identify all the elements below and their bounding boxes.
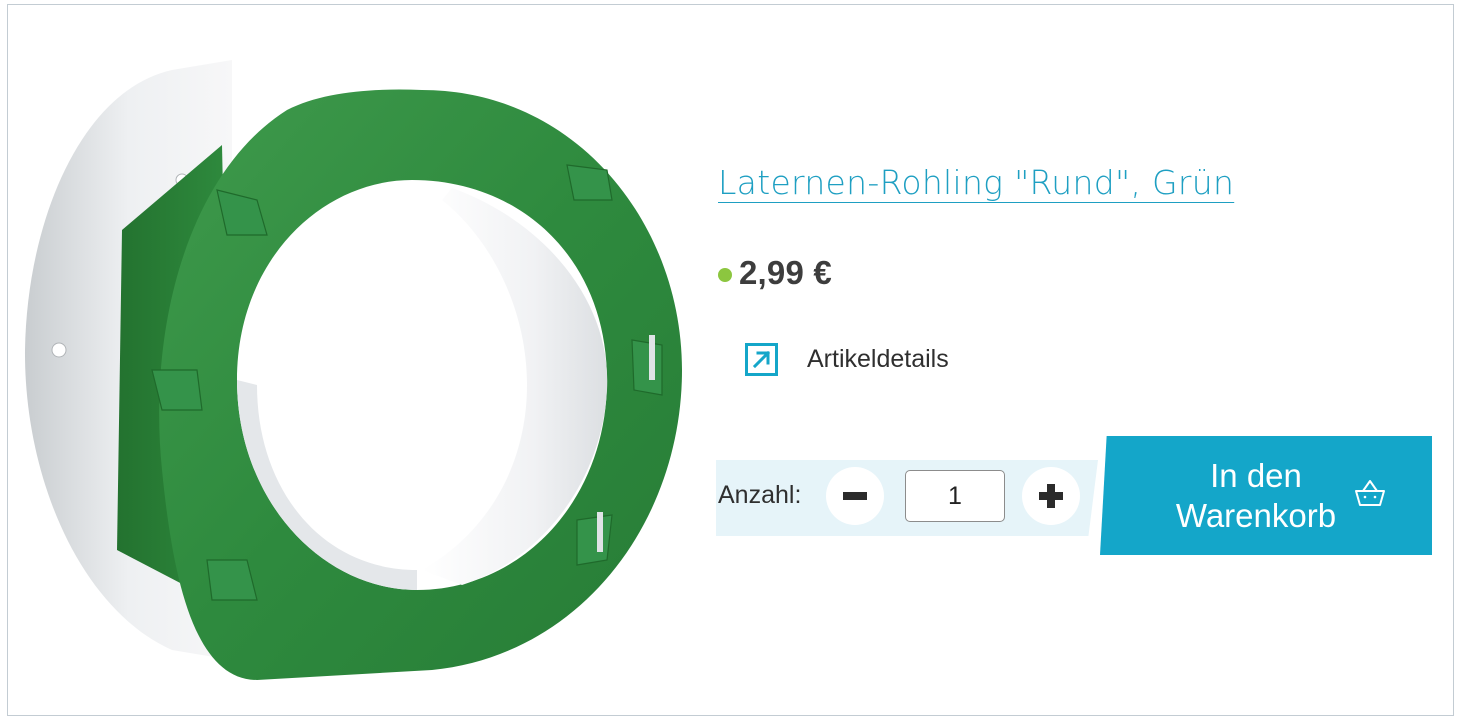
minus-icon <box>843 492 867 500</box>
quantity-decrement-button[interactable] <box>826 467 884 525</box>
details-link[interactable]: Artikeldetails <box>745 343 949 376</box>
product-price: 2,99 € <box>739 254 832 291</box>
external-arrow-icon <box>745 343 778 376</box>
stock-indicator-icon <box>718 267 732 282</box>
price-row: 2,99 € <box>718 254 832 292</box>
product-title-link[interactable]: Laternen-Rohling "Rund", Grün <box>718 163 1234 202</box>
product-image[interactable] <box>22 50 702 690</box>
details-link-label: Artikeldetails <box>807 345 949 373</box>
plus-icon <box>1039 484 1063 508</box>
add-to-cart-label: In den Warenkorb <box>1175 457 1337 534</box>
quantity-label: Anzahl: <box>718 481 802 509</box>
quantity-input[interactable] <box>905 470 1005 522</box>
basket-icon <box>1355 480 1385 506</box>
quantity-increment-button[interactable] <box>1022 467 1080 525</box>
